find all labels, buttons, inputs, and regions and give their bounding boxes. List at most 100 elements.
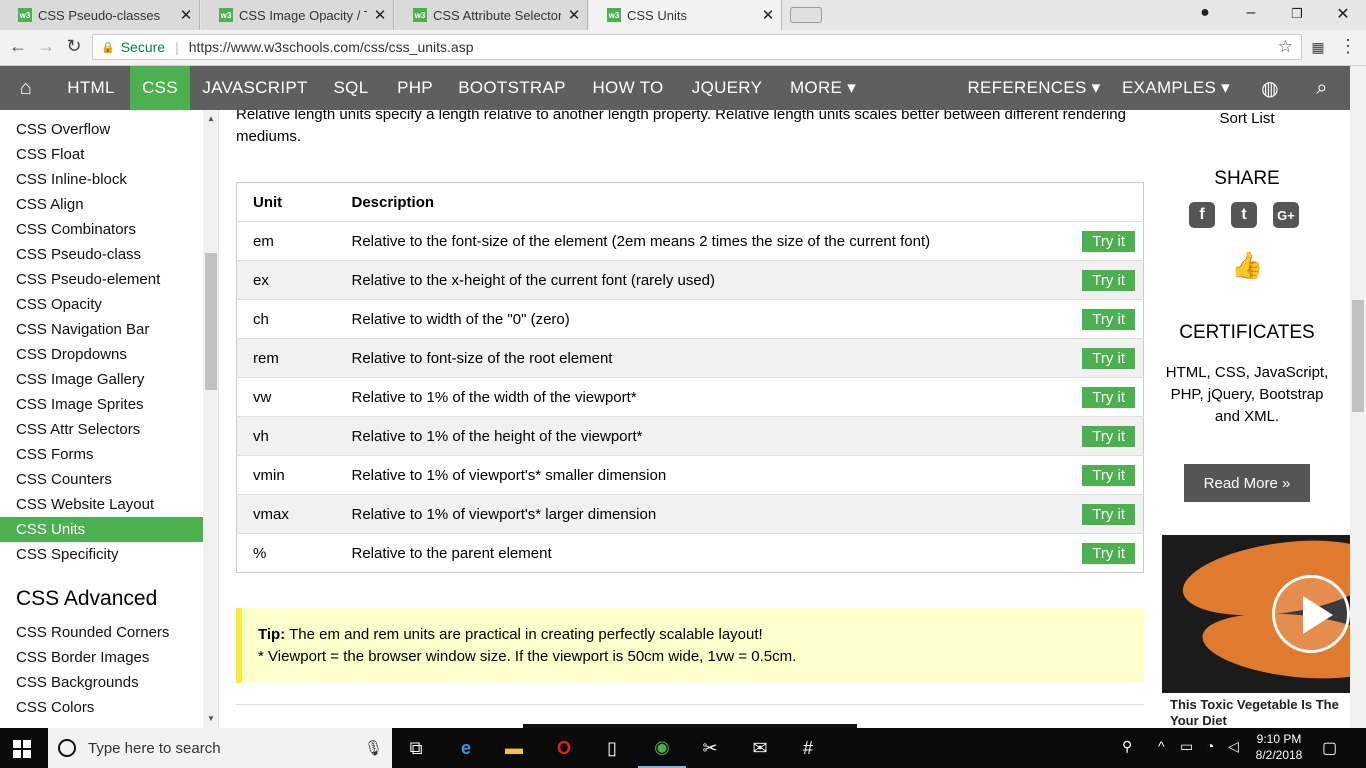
sidebar-scroll-thumb[interactable]: [205, 253, 217, 390]
tab-title: CSS Image Opacity / Tran: [239, 7, 367, 23]
twitter-icon[interactable]: t: [1231, 202, 1257, 228]
people-icon[interactable]: ⚲: [1122, 738, 1132, 755]
new-tab-button[interactable]: [790, 7, 822, 23]
nav-sql[interactable]: SQL: [320, 66, 382, 110]
try-it-button[interactable]: Try it: [1082, 347, 1135, 369]
taskbar-clock[interactable]: 9:10 PM 8/2/2018: [1248, 731, 1310, 763]
sidebar-item-css-rounded-corners[interactable]: CSS Rounded Corners: [0, 620, 203, 645]
battery-icon[interactable]: ▭: [1180, 738, 1193, 755]
volume-icon[interactable]: ◁: [1228, 738, 1239, 755]
nav-more[interactable]: MORE ▾: [774, 66, 872, 110]
nav-php[interactable]: PHP: [382, 66, 448, 110]
sidebar-item-css-forms[interactable]: CSS Forms: [0, 442, 203, 467]
sidebar-item-css-opacity[interactable]: CSS Opacity: [0, 292, 203, 317]
close-tab-icon[interactable]: ✕: [367, 6, 393, 24]
opera-icon[interactable]: O: [540, 728, 588, 768]
reload-icon[interactable]: ↻: [62, 36, 86, 57]
sidebar-item-css-dropdowns[interactable]: CSS Dropdowns: [0, 342, 203, 367]
sidebar-item-css-pseudo-element[interactable]: CSS Pseudo-element: [0, 267, 203, 292]
sidebar-item-css-image-sprites[interactable]: CSS Image Sprites: [0, 392, 203, 417]
sidebar-item-css-colors[interactable]: CSS Colors: [0, 695, 203, 720]
nav-how-to[interactable]: HOW TO: [576, 66, 680, 110]
forward-arrow-icon[interactable]: →: [34, 36, 58, 57]
minimize-icon[interactable]: –: [1236, 4, 1266, 22]
microphone-icon[interactable]: 🎙: [364, 739, 383, 757]
notifications-icon[interactable]: ▢: [1322, 738, 1337, 758]
tray-chevron-icon[interactable]: ^: [1158, 738, 1165, 754]
ad-title[interactable]: This Toxic Vegetable Is The Your Diet: [1170, 697, 1350, 728]
try-it-button[interactable]: Try it: [1082, 308, 1135, 330]
nav-css[interactable]: CSS: [130, 66, 190, 110]
notepad-icon[interactable]: ▯: [588, 728, 636, 768]
sidebar-item-css-counters[interactable]: CSS Counters: [0, 467, 203, 492]
search-icon[interactable]: ⌕: [1300, 66, 1344, 110]
nav-bootstrap[interactable]: BOOTSTRAP: [448, 66, 576, 110]
sidebar-item-css-attr-selectors[interactable]: CSS Attr Selectors: [0, 417, 203, 442]
maximize-icon[interactable]: ❐: [1282, 6, 1312, 22]
home-icon[interactable]: ⌂: [0, 66, 52, 110]
extension-icon[interactable]: ▦: [1306, 39, 1330, 56]
try-it-button[interactable]: Try it: [1082, 269, 1135, 291]
sidebar-item-css-inline-block[interactable]: CSS Inline-block: [0, 167, 203, 192]
windows-start-icon[interactable]: [13, 740, 31, 758]
url-bar[interactable]: 🔒 Secure | https://www.w3schools.com/css…: [92, 34, 1302, 60]
sidebar-item-css-backgrounds[interactable]: CSS Backgrounds: [0, 670, 203, 695]
sidebar-scrollbar[interactable]: [203, 110, 218, 728]
sidebar-item-css-float[interactable]: CSS Float: [0, 142, 203, 167]
browser-tab[interactable]: w3 CSS Attribute Selector ✕: [395, 0, 588, 30]
nav-references[interactable]: REFERENCES ▾: [958, 66, 1110, 110]
sidebar-item-css-units[interactable]: CSS Units: [0, 517, 203, 542]
close-tab-icon[interactable]: ✕: [755, 6, 781, 24]
sidebar-item-css-website-layout[interactable]: CSS Website Layout: [0, 492, 203, 517]
close-window-icon[interactable]: ✕: [1328, 4, 1358, 24]
tools-icon[interactable]: ✂: [686, 728, 734, 768]
sidebar-item-css-specificity[interactable]: CSS Specificity: [0, 542, 203, 567]
browser-tab[interactable]: w3 CSS Image Opacity / Tran ✕: [201, 0, 394, 30]
try-it-button[interactable]: Try it: [1082, 425, 1135, 447]
scroll-up-arrow-icon[interactable]: ▲: [207, 114, 215, 123]
try-it-button[interactable]: Try it: [1082, 503, 1135, 525]
back-arrow-icon[interactable]: ←: [6, 36, 30, 57]
sidebar-item-css-navigation-bar[interactable]: CSS Navigation Bar: [0, 317, 203, 342]
ad-image[interactable]: [1162, 535, 1350, 693]
sort-list-link[interactable]: Sort List: [1159, 110, 1335, 127]
close-tab-icon[interactable]: ✕: [561, 6, 587, 24]
file-explorer-icon[interactable]: ▬: [490, 728, 538, 768]
nav-jquery[interactable]: JQUERY: [680, 66, 774, 110]
close-tab-icon[interactable]: ✕: [173, 6, 199, 24]
url-text[interactable]: https://www.w3schools.com/css/css_units.…: [189, 39, 474, 55]
edge-icon[interactable]: e: [442, 728, 490, 768]
thumbs-up-icon[interactable]: 👍: [1231, 250, 1263, 281]
sidebar-item-css-combinators[interactable]: CSS Combinators: [0, 217, 203, 242]
nav-html[interactable]: HTML: [52, 66, 130, 110]
sidebar-item-css-border-images[interactable]: CSS Border Images: [0, 645, 203, 670]
try-it-button[interactable]: Try it: [1082, 542, 1135, 564]
try-it-button[interactable]: Try it: [1082, 386, 1135, 408]
facebook-icon[interactable]: f: [1189, 202, 1215, 228]
nav-examples[interactable]: EXAMPLES ▾: [1110, 66, 1242, 110]
menu-dots-icon[interactable]: ⋮: [1336, 36, 1360, 57]
profile-icon[interactable]: ●: [1190, 4, 1220, 22]
browser-tab-active[interactable]: w3 CSS Units ✕: [589, 0, 782, 30]
sidebar-item-css-image-gallery[interactable]: CSS Image Gallery: [0, 367, 203, 392]
sidebar-item-css-overflow[interactable]: CSS Overflow: [0, 117, 203, 142]
google-plus-icon[interactable]: G+: [1273, 202, 1299, 228]
chrome-icon[interactable]: ◉: [638, 728, 686, 768]
mail-icon[interactable]: ✉: [736, 728, 784, 768]
play-icon[interactable]: [1272, 575, 1350, 653]
sidebar-item-css-pseudo-class[interactable]: CSS Pseudo-class: [0, 242, 203, 267]
try-it-button[interactable]: Try it: [1082, 230, 1135, 252]
browser-tab[interactable]: w3 CSS Pseudo-classes ✕: [0, 0, 200, 30]
sidebar-item-css-align[interactable]: CSS Align: [0, 192, 203, 217]
bookmark-star-icon[interactable]: ☆: [1278, 37, 1293, 57]
taskbar-search-box[interactable]: Type here to search 🎙: [48, 728, 392, 768]
scroll-down-arrow-icon[interactable]: ▼: [207, 714, 215, 723]
wifi-icon[interactable]: ◔: [1206, 738, 1214, 754]
globe-icon[interactable]: ◍: [1248, 66, 1292, 110]
read-more-button[interactable]: Read More »: [1184, 464, 1310, 502]
nav-javascript[interactable]: JAVASCRIPT: [190, 66, 320, 110]
task-view-icon[interactable]: ⧉: [392, 728, 440, 768]
slack-icon[interactable]: #: [784, 728, 832, 768]
page-scroll-thumb[interactable]: [1352, 300, 1364, 412]
try-it-button[interactable]: Try it: [1082, 464, 1135, 486]
